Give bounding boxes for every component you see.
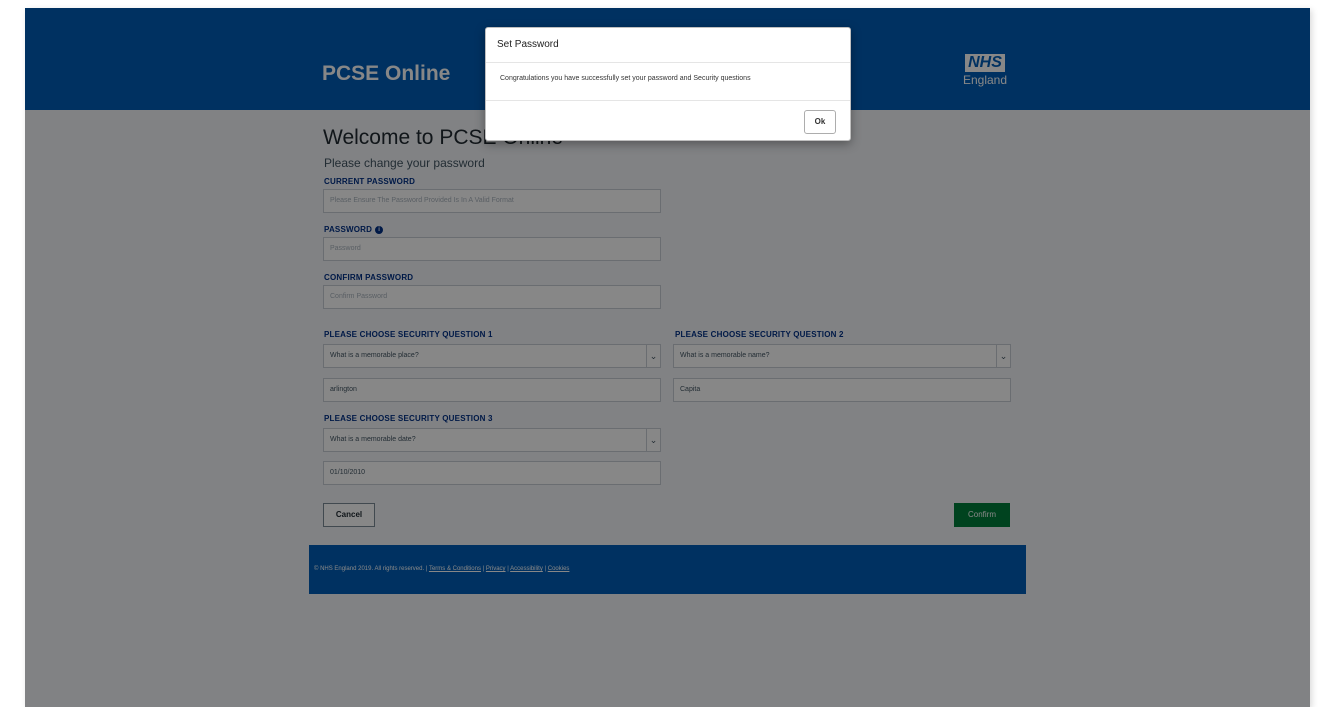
ok-button[interactable]: Ok (804, 110, 836, 134)
set-password-dialog: Set Password Congratulations you have su… (485, 27, 851, 141)
dialog-body: Congratulations you have successfully se… (486, 63, 850, 101)
browser-screen: PCSE Online NHS England Welcome to PCSE … (25, 8, 1310, 707)
dialog-title: Set Password (497, 39, 559, 50)
dialog-header: Set Password (486, 28, 850, 63)
dialog-message: Congratulations you have successfully se… (500, 75, 751, 82)
